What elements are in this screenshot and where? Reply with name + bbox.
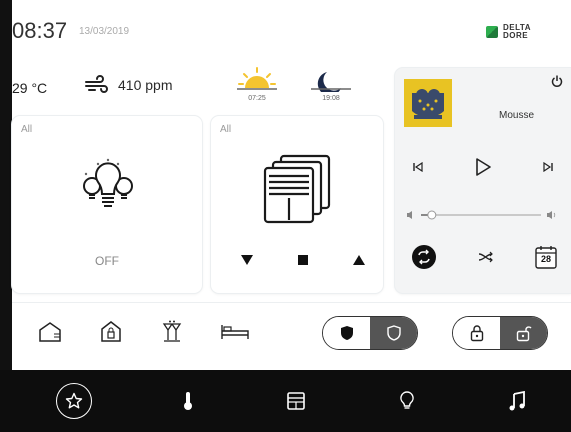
device-frame — [0, 0, 12, 432]
favorites-star-icon — [65, 392, 83, 409]
next-icon[interactable] — [543, 162, 553, 172]
lights-label: All — [21, 124, 33, 135]
lights-status: OFF — [95, 254, 119, 268]
light-bulbs-icon — [83, 158, 133, 207]
lock-open-option[interactable] — [500, 317, 547, 349]
music-bottom-controls: 28 — [411, 244, 557, 270]
up-arrow-icon — [353, 255, 365, 265]
air-quality-value: 410 ppm — [118, 77, 173, 93]
bed-icon[interactable] — [220, 323, 250, 341]
sunrise-icon — [237, 67, 277, 90]
sunset: 19:08 — [308, 66, 354, 102]
wind-icon — [85, 75, 108, 93]
sunrise-time: 07:25 — [248, 95, 266, 102]
alarm-on-option[interactable] — [323, 317, 370, 349]
music-player: Mousse 28 — [395, 68, 571, 293]
temperature-readout: 29 °C — [12, 80, 48, 96]
down-arrow-icon — [241, 255, 253, 265]
previous-icon[interactable] — [413, 162, 423, 172]
shutter-nav-icon — [287, 392, 305, 410]
power-button[interactable] — [551, 75, 563, 90]
shield-outline-icon — [386, 325, 401, 341]
lightbulb-icon — [400, 391, 414, 409]
brand-mark-icon — [486, 26, 498, 38]
calendar-button[interactable]: 28 — [535, 245, 557, 269]
alarm-toggle[interactable] — [322, 316, 418, 350]
alarm-off-option[interactable] — [370, 317, 417, 349]
track-title: Mousse — [499, 110, 535, 121]
shield-filled-icon — [340, 326, 353, 340]
sunset-time: 19:08 — [322, 95, 340, 102]
calendar-day: 28 — [540, 254, 551, 264]
shutters-icon — [263, 154, 331, 224]
transport-controls — [413, 158, 553, 176]
nav-shutters[interactable] — [284, 370, 308, 432]
clock-date: 13/03/2019 — [79, 26, 130, 37]
thermometer-icon — [184, 392, 192, 410]
nav-music[interactable] — [505, 370, 529, 432]
brand-line-2: DORE — [503, 31, 529, 40]
repeat-icon[interactable] — [411, 244, 437, 270]
album-art-image — [404, 79, 452, 127]
air-quality: 410 ppm — [84, 74, 172, 96]
shutters-card[interactable]: All — [211, 116, 383, 293]
bottom-nav — [0, 370, 571, 432]
house-away-icon[interactable] — [38, 320, 62, 344]
shuffle-icon[interactable] — [478, 251, 494, 263]
lock-toggle[interactable] — [452, 316, 548, 350]
shutter-up-button[interactable] — [351, 252, 367, 268]
volume-up-icon — [547, 211, 556, 219]
scenes-bar — [12, 302, 571, 365]
volume-down-icon — [407, 211, 412, 219]
nav-favorites[interactable] — [52, 370, 96, 432]
house-lock-icon[interactable] — [100, 320, 122, 344]
moonrise-icon — [311, 72, 351, 96]
shutter-controls — [239, 252, 367, 268]
shutter-down-button[interactable] — [239, 252, 255, 268]
sunrise: 07:25 — [234, 66, 280, 102]
play-icon[interactable] — [475, 158, 491, 176]
volume-slider[interactable] — [407, 207, 557, 220]
music-note-icon — [509, 391, 525, 411]
lock-open-icon — [516, 326, 532, 342]
power-icon — [551, 75, 563, 87]
album-art[interactable] — [404, 79, 452, 127]
lights-card[interactable]: All OFF — [12, 116, 202, 293]
volume-thumb[interactable] — [427, 210, 437, 220]
clock-time: 08:37 — [12, 18, 68, 43]
party-icon[interactable] — [160, 320, 184, 346]
shutter-stop-button[interactable] — [295, 252, 311, 268]
lock-closed-icon — [470, 325, 483, 342]
stop-icon — [298, 255, 308, 265]
shutters-label: All — [220, 124, 232, 135]
lock-closed-option[interactable] — [453, 317, 500, 349]
nav-heating[interactable] — [176, 370, 200, 432]
brand-logo: DELTA DORE — [486, 24, 531, 40]
nav-lights[interactable] — [395, 370, 419, 432]
